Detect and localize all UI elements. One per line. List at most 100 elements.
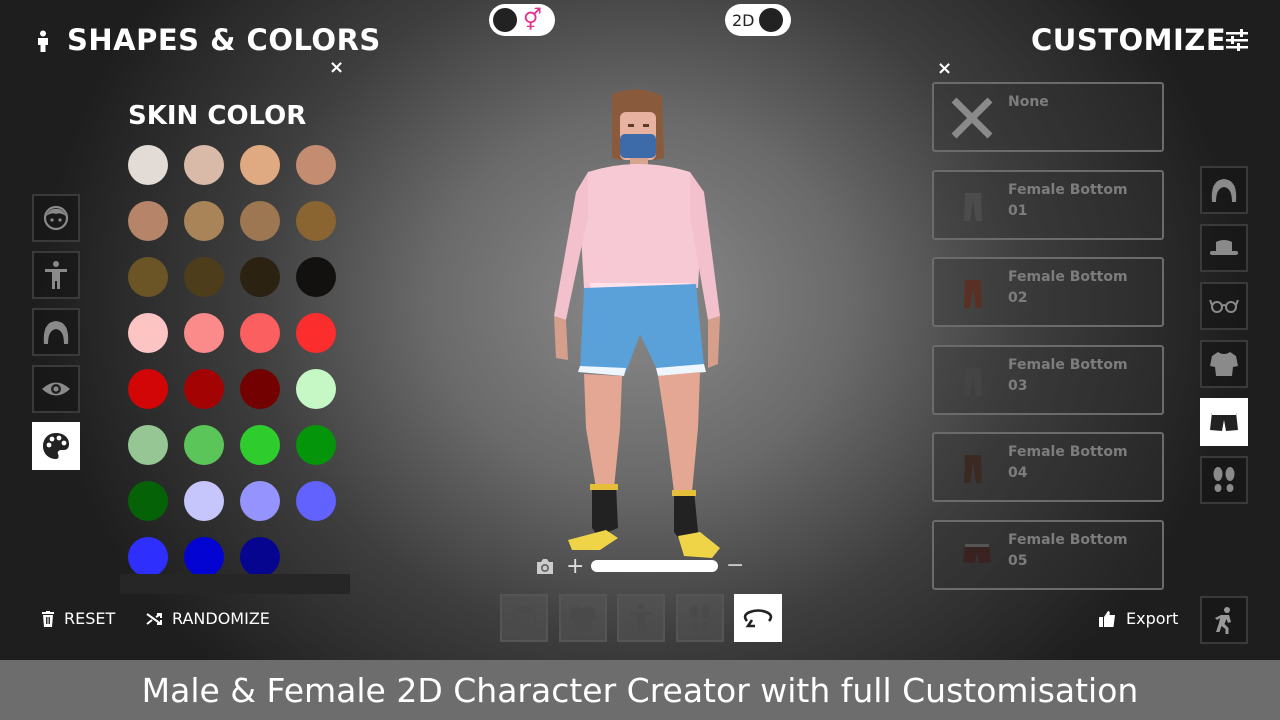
sliders-icon[interactable]	[1225, 28, 1249, 56]
dimension-label: 2D	[732, 10, 755, 30]
item-female-bottom[interactable]: Female Bottom 05	[932, 519, 1164, 590]
item-label: Female Bottom 05	[1008, 531, 1128, 569]
feet-icon	[1211, 466, 1237, 494]
skin-color-swatch[interactable]	[240, 257, 280, 297]
face-icon	[510, 604, 538, 632]
toggle-knob	[758, 8, 783, 32]
category-face-button[interactable]	[32, 194, 80, 242]
reset-button[interactable]: RESET	[42, 609, 115, 628]
category-eye-button[interactable]	[32, 365, 80, 413]
customize-shirt-button[interactable]	[1200, 340, 1248, 388]
glasses-icon	[1209, 298, 1239, 314]
toggle-knob	[493, 8, 517, 32]
export-label: Export	[1126, 609, 1179, 628]
view-shirt-tab[interactable]	[558, 594, 607, 642]
dimension-toggle[interactable]: 2D	[725, 4, 791, 36]
randomize-button[interactable]: RANDOMIZE	[146, 609, 270, 628]
body-icon	[628, 603, 654, 633]
customize-shorts-button[interactable]	[1200, 398, 1248, 446]
camera-icon[interactable]	[535, 558, 555, 579]
view-feet-tab[interactable]	[675, 594, 724, 642]
category-hair-button[interactable]	[32, 308, 80, 356]
shuffle-icon	[146, 612, 162, 625]
animation-button[interactable]	[1200, 596, 1248, 644]
trash-icon	[42, 610, 54, 627]
pants-icon	[962, 367, 984, 401]
item-female-bottom[interactable]: Female Bottom 04	[932, 432, 1164, 502]
none-x-icon	[948, 94, 996, 146]
hair-icon	[1209, 176, 1239, 204]
view-face-tab[interactable]	[500, 594, 548, 642]
skin-color-swatch[interactable]	[296, 313, 336, 353]
skin-color-swatch[interactable]	[184, 425, 224, 465]
skin-color-swatch[interactable]	[240, 201, 280, 241]
view-body-tab[interactable]	[617, 594, 665, 642]
close-right-panel-button[interactable]: ×	[937, 60, 952, 78]
skin-color-swatch[interactable]	[240, 145, 280, 185]
zoom-slider[interactable]	[591, 560, 718, 572]
caption-banner: Male & Female 2D Character Creator with …	[0, 660, 1280, 720]
zoom-in-button[interactable]: +	[566, 554, 584, 579]
export-button[interactable]: Export	[1099, 609, 1178, 628]
gender-toggle[interactable]: ⚥	[489, 4, 555, 36]
item-label: None	[1008, 94, 1049, 110]
gender-symbol-icon: ⚥	[523, 7, 542, 32]
panel-title-customize: CUSTOMIZE	[1031, 23, 1227, 57]
skin-color-swatch[interactable]	[296, 481, 336, 521]
skin-color-swatch[interactable]	[128, 481, 168, 521]
skin-color-swatch[interactable]	[296, 369, 336, 409]
item-none[interactable]: None	[932, 82, 1164, 152]
skin-color-swatch[interactable]	[128, 369, 168, 409]
scroll-clip	[120, 574, 350, 594]
item-female-bottom[interactable]: Female Bottom 01	[932, 169, 1164, 240]
character-model[interactable]	[540, 88, 740, 562]
close-left-panel-button[interactable]: ×	[329, 59, 344, 77]
category-palette-button[interactable]	[32, 422, 80, 470]
feet-icon	[687, 604, 713, 632]
skin-color-swatch[interactable]	[296, 201, 336, 241]
skin-color-swatch[interactable]	[128, 313, 168, 353]
skin-color-swatch[interactable]	[184, 257, 224, 297]
skin-color-swatch[interactable]	[128, 145, 168, 185]
rotate-icon	[742, 607, 774, 629]
pants-icon	[962, 279, 984, 313]
skin-color-swatch[interactable]	[128, 425, 168, 465]
person-icon	[34, 30, 52, 56]
category-body-button[interactable]	[32, 251, 80, 299]
shorts-icon	[1209, 410, 1239, 434]
skin-color-swatch[interactable]	[296, 145, 336, 185]
skin-color-swatch[interactable]	[240, 425, 280, 465]
hat-icon	[1209, 238, 1239, 258]
skin-color-swatch[interactable]	[296, 257, 336, 297]
skin-color-swatch[interactable]	[184, 369, 224, 409]
skin-color-swatch[interactable]	[128, 201, 168, 241]
item-female-bottom[interactable]: Female Bottom 02	[932, 257, 1164, 327]
item-label: Female Bottom 01	[1008, 181, 1128, 219]
shirt-icon	[1209, 350, 1239, 378]
item-female-bottom[interactable]: Female Bottom 03	[932, 344, 1164, 415]
skin-color-swatch[interactable]	[184, 537, 224, 577]
skin-color-swatch[interactable]	[296, 425, 336, 465]
zoom-out-button[interactable]: −	[726, 553, 744, 578]
item-label: Female Bottom 03	[1008, 356, 1128, 394]
skin-color-swatch[interactable]	[184, 313, 224, 353]
skin-color-swatch[interactable]	[240, 369, 280, 409]
view-rotate-tab[interactable]	[734, 594, 782, 642]
skin-color-swatch[interactable]	[240, 481, 280, 521]
skin-color-swatch[interactable]	[128, 537, 168, 577]
skin-color-swatch[interactable]	[184, 481, 224, 521]
skin-color-swatch[interactable]	[240, 313, 280, 353]
panel-title-shapes-colors: SHAPES & COLORS	[67, 23, 381, 57]
customize-hat-button[interactable]	[1200, 224, 1248, 272]
skin-color-swatch[interactable]	[240, 537, 280, 577]
customize-glasses-button[interactable]	[1200, 282, 1248, 330]
skin-color-swatch[interactable]	[184, 145, 224, 185]
skin-color-swatch[interactable]	[128, 257, 168, 297]
item-label: Female Bottom 02	[1008, 269, 1128, 306]
skin-color-swatch[interactable]	[184, 201, 224, 241]
running-person-icon	[1215, 607, 1231, 634]
palette-icon	[41, 431, 71, 461]
customize-hair-button[interactable]	[1200, 166, 1248, 214]
reset-label: RESET	[64, 609, 116, 628]
customize-feet-button[interactable]	[1200, 456, 1248, 504]
